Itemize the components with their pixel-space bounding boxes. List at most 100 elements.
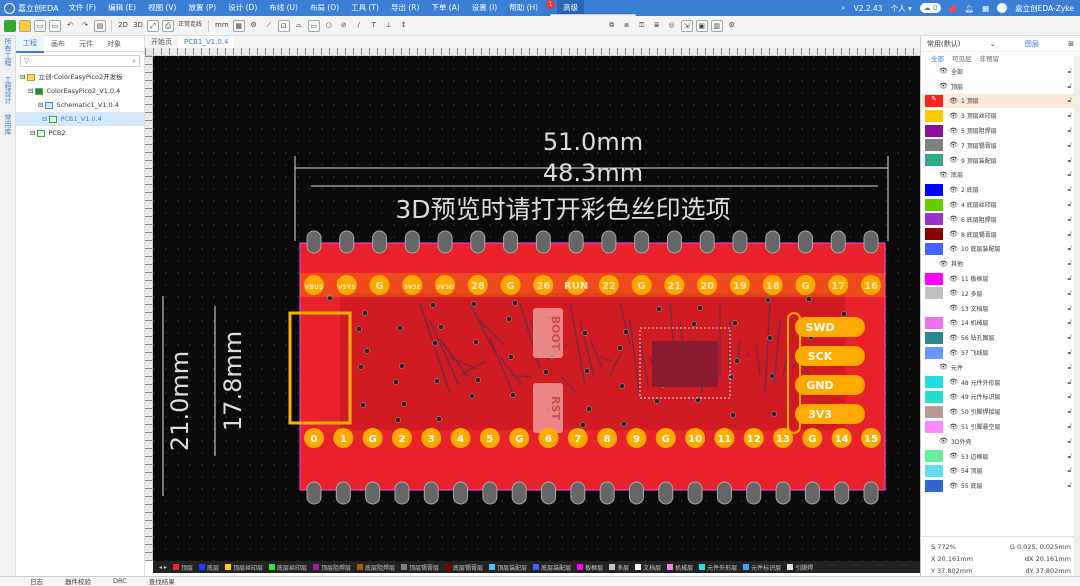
layer-row[interactable]: 👁︎ 8 底层锡膏层 🔓︎ (921, 227, 1080, 242)
layer-color-swatch[interactable] (925, 420, 943, 433)
bom-icon[interactable]: ▥ (710, 19, 723, 32)
align-icon[interactable]: ⧉ (606, 20, 618, 32)
layer-color-swatch[interactable] (925, 258, 933, 270)
export-icon[interactable]: ⇲ (680, 19, 693, 32)
lock-icon[interactable]: 🔓︎ (1067, 378, 1072, 387)
eye-icon[interactable]: 👁︎ (939, 171, 951, 179)
layer-color-swatch[interactable] (925, 287, 943, 300)
lock-icon[interactable]: 🔓︎ (1067, 170, 1072, 179)
lock-icon[interactable]: 🔓︎ (1067, 259, 1072, 268)
eye-icon[interactable]: 👁︎ (949, 186, 961, 194)
app-logo[interactable]: 嘉立创EDA (0, 2, 63, 14)
layer-row[interactable]: 👁︎ 11 板框层 🔓︎ (921, 271, 1080, 286)
layer-color-swatch[interactable] (925, 346, 943, 359)
image-icon[interactable]: ▣ (695, 19, 708, 32)
expand-icon[interactable]: ⊟ (20, 70, 25, 84)
layer-group[interactable]: 👁︎ 其他 🔓︎ (921, 256, 1080, 271)
layer-group[interactable]: 👁︎ 3D外壳 🔓︎ (921, 434, 1080, 449)
eye-icon[interactable]: 👁︎ (949, 482, 961, 490)
layer-row[interactable]: 👁︎ 55 底层 🔓︎ (921, 478, 1080, 493)
line-icon[interactable]: ∕ (353, 20, 365, 32)
layer-row[interactable]: 👁︎ 10 底层装配层 🔓︎ (921, 242, 1080, 257)
lock-icon[interactable]: 🔓︎ (1067, 466, 1072, 475)
filter-icon[interactable]: ▽ (24, 57, 29, 65)
right-scrollbar[interactable] (1074, 56, 1080, 576)
layer-color-swatch[interactable] (925, 435, 933, 447)
new-icon[interactable] (4, 19, 16, 32)
layer-color-swatch[interactable] (925, 124, 943, 137)
layer-row[interactable]: 👁︎ 57 飞线层 🔓︎ (921, 345, 1080, 360)
layer-color-swatch[interactable] (925, 169, 933, 181)
lock-icon[interactable]: 🔓︎ (1067, 126, 1072, 135)
layer-color-swatch[interactable] (925, 302, 943, 315)
layer-row[interactable]: 👁︎ 2 底层 🔓︎ (921, 182, 1080, 197)
lock-icon[interactable]: 🔓︎ (1067, 304, 1072, 313)
layer-filter-tab[interactable]: 非预留 (980, 53, 1000, 63)
tab-3[interactable]: 对象 (100, 36, 128, 52)
panel-settings-icon[interactable]: ⊞ (1068, 40, 1074, 48)
layer-color-swatch[interactable] (925, 479, 943, 492)
layer-nav-icon[interactable]: ◂ ▸ (159, 564, 167, 571)
layer-row[interactable]: 👁︎ 12 多层 🔓︎ (921, 286, 1080, 301)
layer-color-swatch[interactable]: ✎ (925, 94, 943, 107)
eye-icon[interactable]: 👁︎ (949, 393, 961, 401)
doc-tab[interactable]: 开始页 (145, 36, 178, 48)
layer-row[interactable]: 👁︎ 13 文档层 🔓︎ (921, 301, 1080, 316)
eye-icon[interactable]: 👁︎ (949, 156, 961, 164)
search-icon[interactable]: ⌕ (132, 57, 136, 66)
eye-icon[interactable]: 👁︎ (949, 408, 961, 416)
layer-row[interactable]: 👁︎ 50 引脚焊接层 🔓︎ (921, 404, 1080, 419)
layer-color-swatch[interactable] (925, 139, 943, 152)
doc-tab[interactable]: PCB1_V1.0.4 (178, 36, 235, 48)
redo-icon[interactable]: ↷ (79, 20, 91, 32)
lock-icon[interactable]: 🔓︎ (1067, 392, 1072, 401)
layer-color-swatch[interactable] (925, 464, 943, 477)
layer-icon[interactable]: ≣ (651, 20, 663, 32)
layer-color-swatch[interactable] (925, 109, 943, 122)
tree-item[interactable]: ⊟ PCB2 (16, 126, 144, 140)
lock-icon[interactable]: 🔓︎ (1067, 333, 1072, 342)
layer-color-swatch[interactable] (925, 65, 933, 77)
lock-icon[interactable]: 🔓︎ (1067, 348, 1072, 357)
layer-color-swatch[interactable] (925, 316, 943, 329)
lock-icon[interactable]: 🔓︎ (1067, 67, 1072, 76)
rect-icon[interactable]: ▭ (307, 19, 320, 32)
eye-icon[interactable]: 👁︎ (939, 82, 951, 90)
lock-icon[interactable]: 🔓︎ (1067, 230, 1072, 239)
layer-color-swatch[interactable] (925, 242, 943, 255)
eye-icon[interactable]: 👁︎ (949, 304, 961, 312)
layer-row[interactable]: 👁︎ 7 顶层锡膏层 🔓︎ (921, 138, 1080, 153)
leftstrip-item[interactable]: 所有工程 (0, 36, 13, 74)
eye-icon[interactable]: 👁︎ (949, 215, 961, 223)
lock-icon[interactable]: 🔓︎ (1067, 96, 1072, 105)
layer-color-swatch[interactable] (925, 390, 943, 403)
lock-icon[interactable]: 🔓︎ (1067, 82, 1072, 91)
eye-icon[interactable]: 👁︎ (949, 289, 961, 297)
tab-1[interactable]: 画布 (44, 36, 72, 52)
undo-icon[interactable]: ↶ (64, 20, 76, 32)
text-tool-icon[interactable]: T (368, 20, 380, 32)
layer-color-swatch[interactable] (925, 80, 933, 92)
layer-row[interactable]: 👁︎ 53 边框层 🔓︎ (921, 449, 1080, 464)
save-all-icon[interactable]: ▭ (49, 19, 61, 32)
layer-chip[interactable]: 底层锡膏层 (445, 563, 483, 572)
layer-color-swatch[interactable] (925, 361, 933, 373)
menu-item[interactable]: 设置 (I) (466, 0, 503, 16)
menu-item[interactable]: 工具 (T) (345, 0, 385, 16)
layer-group[interactable]: 👁︎ 全部 🔓︎ (921, 64, 1080, 79)
eye-icon[interactable]: 👁︎ (939, 260, 951, 268)
layer-filter-tab[interactable]: 全部 (931, 53, 944, 63)
workspace-select[interactable]: 个人 ▾ (891, 3, 912, 14)
expand-icon[interactable]: ⊟ (38, 98, 43, 112)
pad-icon[interactable]: ⊡ (277, 19, 290, 32)
grid-tool-icon[interactable]: ▦ (232, 19, 245, 32)
settings-icon[interactable]: ⚙ (726, 20, 738, 32)
leftstrip-item[interactable]: 工程设计 (0, 74, 13, 112)
layer-chip[interactable]: 板框层 (577, 563, 603, 572)
lock-icon[interactable]: 🔓︎ (1067, 215, 1072, 224)
layer-chip[interactable]: 顶层阻焊层 (313, 563, 351, 572)
layer-row[interactable]: 👁︎ 14 机械层 🔓︎ (921, 316, 1080, 331)
layer-chip[interactable]: 底层装配层 (533, 563, 571, 572)
menu-item[interactable]: 导出 (R) (385, 0, 425, 16)
layer-row[interactable]: 👁︎ 48 元件外形层 🔓︎ (921, 375, 1080, 390)
